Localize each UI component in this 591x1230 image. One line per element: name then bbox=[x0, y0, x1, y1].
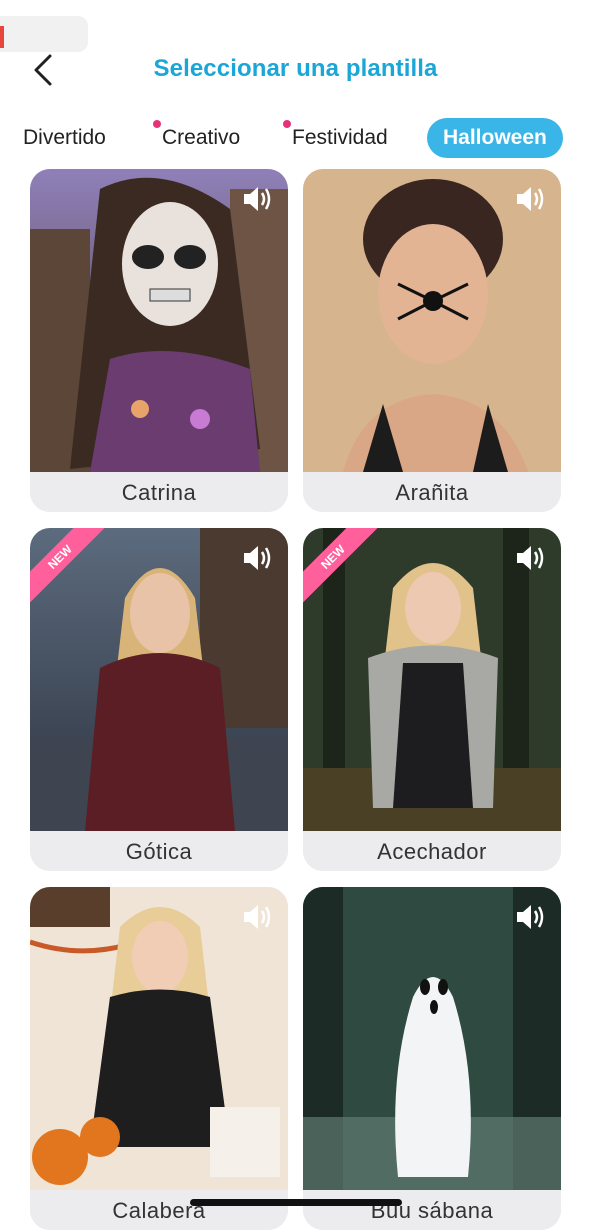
template-label: Gótica bbox=[30, 831, 288, 871]
speaker-icon[interactable] bbox=[511, 181, 547, 217]
tab-label: Halloween bbox=[443, 126, 547, 149]
home-indicator[interactable] bbox=[190, 1199, 402, 1206]
tab-label: Festividad bbox=[292, 126, 388, 149]
template-label: Calabera bbox=[30, 1190, 288, 1230]
template-card-acechador[interactable]: NEW Acechador bbox=[303, 528, 561, 871]
speaker-icon[interactable] bbox=[238, 181, 274, 217]
status-bar-area bbox=[0, 16, 88, 52]
speaker-icon[interactable] bbox=[238, 540, 274, 576]
tab-label: Divertido bbox=[23, 126, 106, 149]
speaker-icon[interactable] bbox=[238, 899, 274, 935]
category-tabs: Divertido Creativo Festividad Halloween bbox=[0, 118, 591, 158]
tab-festividad[interactable]: Festividad bbox=[283, 118, 388, 158]
template-card-buu-sabana[interactable]: Buu sábana bbox=[303, 887, 561, 1230]
template-label: Catrina bbox=[30, 472, 288, 512]
template-label: Acechador bbox=[303, 831, 561, 871]
template-card-calabera[interactable]: Calabera bbox=[30, 887, 288, 1230]
page-title: Seleccionar una plantilla bbox=[153, 55, 438, 82]
new-dot bbox=[283, 120, 291, 128]
template-card-gotica[interactable]: NEW Gótica bbox=[30, 528, 288, 871]
template-card-aranita[interactable]: Arañita bbox=[303, 169, 561, 512]
template-label: Buu sábana bbox=[303, 1190, 561, 1230]
tab-creativo[interactable]: Creativo bbox=[153, 118, 241, 158]
template-card-catrina[interactable]: Catrina bbox=[30, 169, 288, 512]
tab-divertido[interactable]: Divertido bbox=[23, 118, 106, 158]
speaker-icon[interactable] bbox=[511, 540, 547, 576]
status-indicator bbox=[0, 26, 4, 48]
speaker-icon[interactable] bbox=[511, 899, 547, 935]
template-label: Arañita bbox=[303, 472, 561, 512]
new-dot bbox=[153, 120, 161, 128]
tab-halloween[interactable]: Halloween bbox=[427, 118, 563, 158]
tab-label: Creativo bbox=[162, 126, 241, 149]
